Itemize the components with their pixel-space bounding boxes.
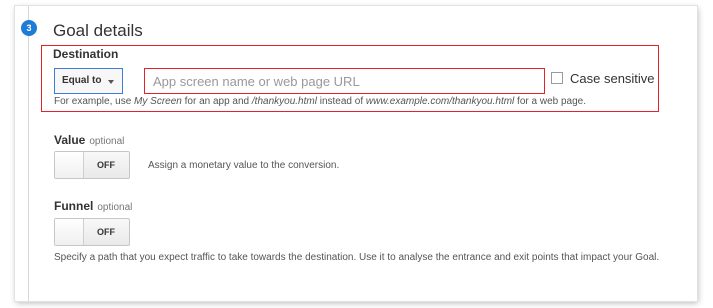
funnel-toggle-state: OFF	[97, 227, 115, 237]
match-type-label: Equal to	[62, 75, 102, 86]
case-sensitive-label[interactable]: Case sensitive	[570, 71, 655, 86]
destination-url-input[interactable]	[144, 68, 545, 94]
funnel-optional-tag: optional	[97, 202, 133, 213]
toggle-knob	[55, 152, 84, 178]
destination-help-text: For example, use My Screen for an app an…	[54, 96, 586, 107]
caret-down-icon	[108, 80, 114, 84]
funnel-toggle[interactable]: OFF	[54, 218, 130, 246]
case-sensitive-checkbox[interactable]	[551, 72, 563, 84]
toggle-knob	[55, 219, 84, 245]
match-type-dropdown[interactable]: Equal to	[54, 68, 123, 94]
value-description: Assign a monetary value to the conversio…	[148, 160, 340, 171]
value-optional-tag: optional	[89, 136, 125, 147]
destination-label: Destination	[53, 47, 119, 61]
value-label: Value optional	[54, 133, 125, 147]
funnel-label: Funnel optional	[54, 199, 133, 213]
step-number-badge: 3	[21, 20, 37, 36]
section-title: Goal details	[53, 21, 143, 40]
funnel-description: Specify a path that you expect traffic t…	[54, 252, 660, 263]
value-toggle[interactable]: OFF	[54, 151, 130, 179]
step-rail	[28, 6, 29, 301]
value-toggle-state: OFF	[97, 160, 115, 170]
